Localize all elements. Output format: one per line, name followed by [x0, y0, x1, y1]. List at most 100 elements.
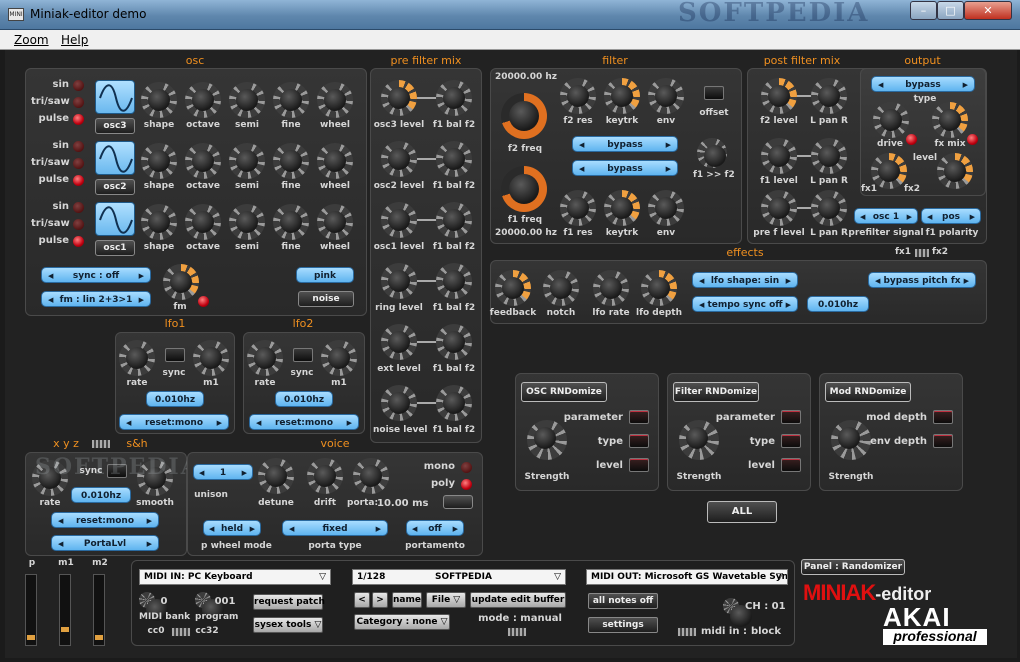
pf-bal-knob-5[interactable] — [436, 385, 472, 421]
post-level-knob-0[interactable] — [761, 78, 797, 114]
osc2-wave-led-2[interactable] — [73, 175, 84, 186]
file-button[interactable]: File ▽ — [426, 592, 466, 608]
rnd-button-1[interactable]: Filter RNDomize — [673, 382, 759, 402]
rnd-switch-0-2[interactable] — [629, 458, 649, 472]
detune-knob[interactable] — [258, 458, 294, 494]
cc-switch[interactable] — [171, 627, 191, 637]
f1-f2-knob[interactable] — [697, 138, 727, 168]
sync-select[interactable]: ◀ sync : off ▶ — [41, 267, 151, 283]
fader-m1[interactable] — [59, 574, 71, 646]
filter-top-knob-2[interactable] — [648, 78, 684, 114]
osc2-button[interactable]: osc2 — [95, 179, 135, 195]
pf-bal-knob-0[interactable] — [436, 80, 472, 116]
post-pan-knob-1[interactable] — [811, 138, 847, 174]
osc3-button[interactable]: osc3 — [95, 118, 135, 134]
midi-in-switch[interactable] — [677, 627, 697, 637]
lfo2-sync-switch[interactable] — [293, 348, 313, 362]
panel-tab-button[interactable]: Panel : Randomizer — [801, 559, 905, 575]
fx-knob-0[interactable] — [495, 270, 531, 306]
filter-bypass-2[interactable]: ◀ bypass ▶ — [572, 160, 678, 176]
osc1-wheel-knob[interactable] — [317, 204, 353, 240]
rnd-switch-2-0[interactable] — [933, 410, 953, 424]
osc3-wave-display[interactable] — [95, 80, 135, 114]
mode-switch[interactable] — [507, 627, 527, 637]
lfo1-m1-knob[interactable] — [193, 340, 229, 376]
pf-left-knob-1[interactable] — [381, 141, 417, 177]
pf-left-knob-3[interactable] — [381, 263, 417, 299]
rnd-switch-0-1[interactable] — [629, 434, 649, 448]
category-select[interactable]: Category : none ▽ — [354, 614, 450, 630]
osc3-wave-led-2[interactable] — [73, 114, 84, 125]
osc1-semi-knob[interactable] — [229, 204, 265, 240]
osc3-octave-knob[interactable] — [185, 82, 221, 118]
maximize-button[interactable]: □ — [937, 1, 964, 20]
drift-knob[interactable] — [307, 458, 343, 494]
settings-button[interactable]: settings — [588, 617, 658, 633]
osc1-wave-led-1[interactable] — [73, 219, 84, 230]
pf-bal-knob-3[interactable] — [436, 263, 472, 299]
output-type-select[interactable]: ◀ bypass ▶ — [871, 76, 975, 92]
f1-polarity-select[interactable]: ◀ pos ▶ — [921, 208, 981, 224]
porta-knob[interactable] — [353, 458, 389, 494]
update-buffer-button[interactable]: update edit buffer — [470, 592, 566, 608]
fx-rate-field[interactable]: 0.010hz — [807, 296, 869, 312]
prefilter-signal-select[interactable]: ◀ osc 1 ▶ — [854, 208, 918, 224]
post-level-knob-1[interactable] — [761, 138, 797, 174]
pink-button[interactable]: pink — [296, 267, 354, 283]
fader-m2[interactable] — [93, 574, 105, 646]
program-knob[interactable] — [195, 592, 224, 621]
f1-freq-knob[interactable] — [501, 166, 547, 212]
fm-knob[interactable] — [163, 264, 199, 300]
rnd-switch-1-1[interactable] — [781, 434, 801, 448]
midi-in-select[interactable]: MIDI IN: PC Keyboard ▽ — [139, 569, 331, 585]
rnd-button-0[interactable]: OSC RNDomize — [521, 382, 607, 402]
all-notes-off-button[interactable]: all notes off — [588, 593, 658, 609]
drive-led[interactable] — [906, 134, 917, 145]
lfo1-sync-switch[interactable] — [165, 348, 185, 362]
rnd-switch-2-1[interactable] — [933, 434, 953, 448]
osc3-wheel-knob[interactable] — [317, 82, 353, 118]
portamento-select[interactable]: ◀ off ▶ — [406, 520, 464, 536]
osc2-wheel-knob[interactable] — [317, 143, 353, 179]
pf-left-knob-0[interactable] — [381, 80, 417, 116]
close-button[interactable]: ✕ — [964, 1, 1012, 20]
lfo1-freq[interactable]: 0.010hz — [146, 391, 204, 407]
pf-left-knob-5[interactable] — [381, 385, 417, 421]
rnd-switch-0-0[interactable] — [629, 410, 649, 424]
osc1-fine-knob[interactable] — [273, 204, 309, 240]
sh-reset-select[interactable]: ◀ reset:mono ▶ — [51, 512, 159, 528]
filter-top-knob-0[interactable] — [560, 78, 596, 114]
filter-bottom-knob-2[interactable] — [648, 190, 684, 226]
fader-p[interactable] — [25, 574, 37, 646]
fx-knob-3[interactable] — [641, 270, 677, 306]
sh-freq[interactable]: 0.010hz — [71, 487, 131, 503]
osc2-shape-knob[interactable] — [141, 143, 177, 179]
voice-mode-button[interactable] — [443, 495, 473, 509]
menu-help[interactable]: Help — [61, 33, 88, 47]
lfo2-rate-knob[interactable] — [247, 340, 283, 376]
osc1-wave-display[interactable] — [95, 202, 135, 236]
request-patch-button[interactable]: request patch — [253, 594, 325, 610]
fm-select[interactable]: ◀ fm : lin 2+3>1 ▶ — [41, 291, 151, 307]
midi-out-select[interactable]: MIDI OUT: Microsoft GS Wavetable Syn ▽ — [586, 569, 788, 585]
osc3-semi-knob[interactable] — [229, 82, 265, 118]
osc1-wave-led-0[interactable] — [73, 202, 84, 213]
osc1-shape-knob[interactable] — [141, 204, 177, 240]
filter-bottom-knob-1[interactable] — [604, 190, 640, 226]
all-button[interactable]: ALL — [707, 501, 777, 523]
fx-knob-2[interactable] — [593, 270, 629, 306]
minimize-button[interactable]: – — [910, 1, 937, 20]
fx-switch[interactable] — [914, 248, 930, 258]
osc2-wave-led-0[interactable] — [73, 141, 84, 152]
osc2-fine-knob[interactable] — [273, 143, 309, 179]
drive-knob[interactable] — [873, 102, 909, 138]
post-pan-knob-2[interactable] — [811, 190, 847, 226]
osc1-wave-led-2[interactable] — [73, 236, 84, 247]
pf-bal-knob-2[interactable] — [436, 202, 472, 238]
midi-bank-knob[interactable] — [139, 592, 168, 621]
sysex-tools-button[interactable]: sysex tools ▽ — [253, 617, 323, 633]
osc2-octave-knob[interactable] — [185, 143, 221, 179]
osc1-octave-knob[interactable] — [185, 204, 221, 240]
osc2-wave-display[interactable] — [95, 141, 135, 175]
porta-level-select[interactable]: ◀ PortaLvl ▶ — [51, 535, 159, 551]
